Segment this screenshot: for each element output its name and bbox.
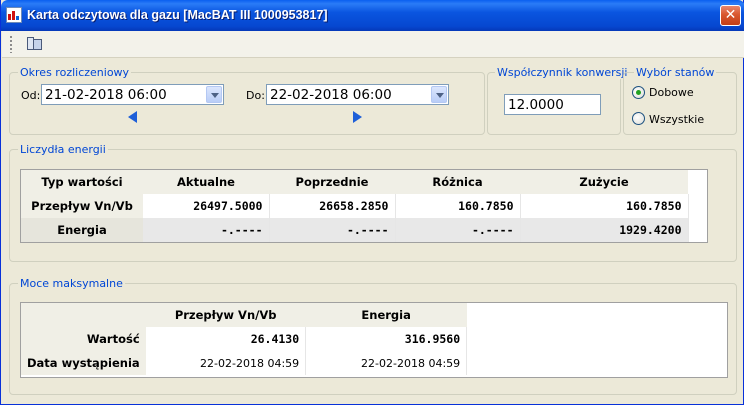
max-power-legend: Moce maksymalne xyxy=(18,277,125,290)
column-header[interactable]: Aktualne xyxy=(143,170,269,194)
max-power-table: Przepływ Vn/Vb Energia Wartość 26.4130 3… xyxy=(21,303,468,375)
max-power-group: Moce maksymalne Przepływ Vn/Vb Energia W… xyxy=(9,277,737,395)
row-header: Wartość xyxy=(21,327,146,351)
energy-counters-group: Liczydła energii Typ wartości Aktualne P… xyxy=(9,143,737,262)
split-view-button[interactable] xyxy=(26,35,44,53)
table-cell[interactable]: -.---- xyxy=(395,218,521,242)
energy-counters-grid: Typ wartości Aktualne Poprzednie Różnica… xyxy=(20,169,708,243)
billing-period-legend: Okres rozliczeniowy xyxy=(18,66,132,79)
radio-dobowe-label[interactable]: Dobowe xyxy=(649,86,694,99)
to-label: Do: xyxy=(246,89,265,102)
table-header-row: Typ wartości Aktualne Poprzednie Różnica… xyxy=(21,170,688,194)
from-label: Od: xyxy=(21,89,41,102)
table-cell[interactable]: 22-02-2018 04:59 xyxy=(305,351,468,375)
row-header: Przepływ Vn/Vb xyxy=(21,194,143,218)
table-row[interactable]: Energia -.---- -.---- -.---- 1929.4200 xyxy=(21,218,689,242)
table-cell[interactable]: -.---- xyxy=(269,218,396,242)
chevron-down-icon[interactable] xyxy=(206,86,222,103)
close-button[interactable]: ✕ xyxy=(720,5,741,26)
radio-dobowe[interactable] xyxy=(632,86,645,99)
table-cell[interactable]: 316.9560 xyxy=(305,327,468,351)
to-date-value: 22-02-2018 06:00 xyxy=(270,87,392,103)
billing-period-group: Okres rozliczeniowy Od: 21-02-2018 06:00… xyxy=(9,66,485,135)
column-header[interactable]: Poprzednie xyxy=(269,170,395,194)
previous-period-arrow-icon[interactable] xyxy=(128,111,137,123)
table-cell[interactable]: -.---- xyxy=(143,218,270,242)
chart-app-icon xyxy=(6,7,22,23)
next-period-arrow-icon[interactable] xyxy=(353,111,362,123)
close-icon: ✕ xyxy=(724,7,737,23)
energy-counters-table: Typ wartości Aktualne Poprzednie Różnica… xyxy=(21,170,689,242)
column-header[interactable]: Różnica xyxy=(395,170,520,194)
column-header xyxy=(21,303,146,327)
conversion-factor-legend: Współczynnik konwersji xyxy=(495,66,630,79)
state-selection-group: Wybór stanów Dobowe Wszystkie xyxy=(623,66,737,135)
max-power-grid: Przepływ Vn/Vb Energia Wartość 26.4130 3… xyxy=(20,302,728,378)
column-header[interactable]: Energia xyxy=(305,303,467,327)
row-header: Data wystąpienia xyxy=(21,351,146,375)
table-row[interactable]: Przepływ Vn/Vb 26497.5000 26658.2850 160… xyxy=(21,194,689,218)
toolbar-grip[interactable] xyxy=(10,36,12,53)
table-cell[interactable]: 160.7850 xyxy=(395,194,521,218)
table-cell[interactable]: 22-02-2018 04:59 xyxy=(145,351,307,375)
row-header: Energia xyxy=(21,218,143,242)
toolbar xyxy=(2,31,744,58)
table-cell[interactable]: 26658.2850 xyxy=(269,194,396,218)
table-cell[interactable]: 1929.4200 xyxy=(520,218,689,242)
title-bar[interactable]: Karta odczytowa dla gazu [MacBAT III 100… xyxy=(1,0,744,31)
table-cell[interactable]: 160.7850 xyxy=(520,194,689,218)
energy-counters-legend: Liczydła energii xyxy=(18,143,108,156)
state-selection-legend: Wybór stanów xyxy=(634,66,717,79)
column-header[interactable]: Typ wartości xyxy=(21,170,143,194)
table-cell[interactable]: 26497.5000 xyxy=(143,194,270,218)
radio-wszystkie[interactable] xyxy=(632,112,645,125)
conversion-factor-value: 12.0000 xyxy=(508,97,564,113)
table-row[interactable]: Data wystąpienia 22-02-2018 04:59 22-02-… xyxy=(21,351,468,375)
table-cell[interactable]: 26.4130 xyxy=(145,327,307,351)
radio-wszystkie-label[interactable]: Wszystkie xyxy=(649,113,704,126)
window-title: Karta odczytowa dla gazu [MacBAT III 100… xyxy=(27,8,328,22)
chevron-down-icon[interactable] xyxy=(431,86,447,103)
from-date-select[interactable]: 21-02-2018 06:00 xyxy=(41,84,224,105)
conversion-factor-input[interactable]: 12.0000 xyxy=(504,94,601,115)
from-date-value: 21-02-2018 06:00 xyxy=(45,87,167,103)
column-header[interactable]: Przepływ Vn/Vb xyxy=(145,303,306,327)
conversion-factor-group: Współczynnik konwersji 12.0000 xyxy=(487,66,630,135)
to-date-select[interactable]: 22-02-2018 06:00 xyxy=(266,84,449,105)
table-header-row: Przepływ Vn/Vb Energia xyxy=(21,303,467,327)
app-window: Karta odczytowa dla gazu [MacBAT III 100… xyxy=(0,0,744,405)
table-row[interactable]: Wartość 26.4130 316.9560 xyxy=(21,327,468,351)
column-header[interactable]: Zużycie xyxy=(520,170,688,194)
